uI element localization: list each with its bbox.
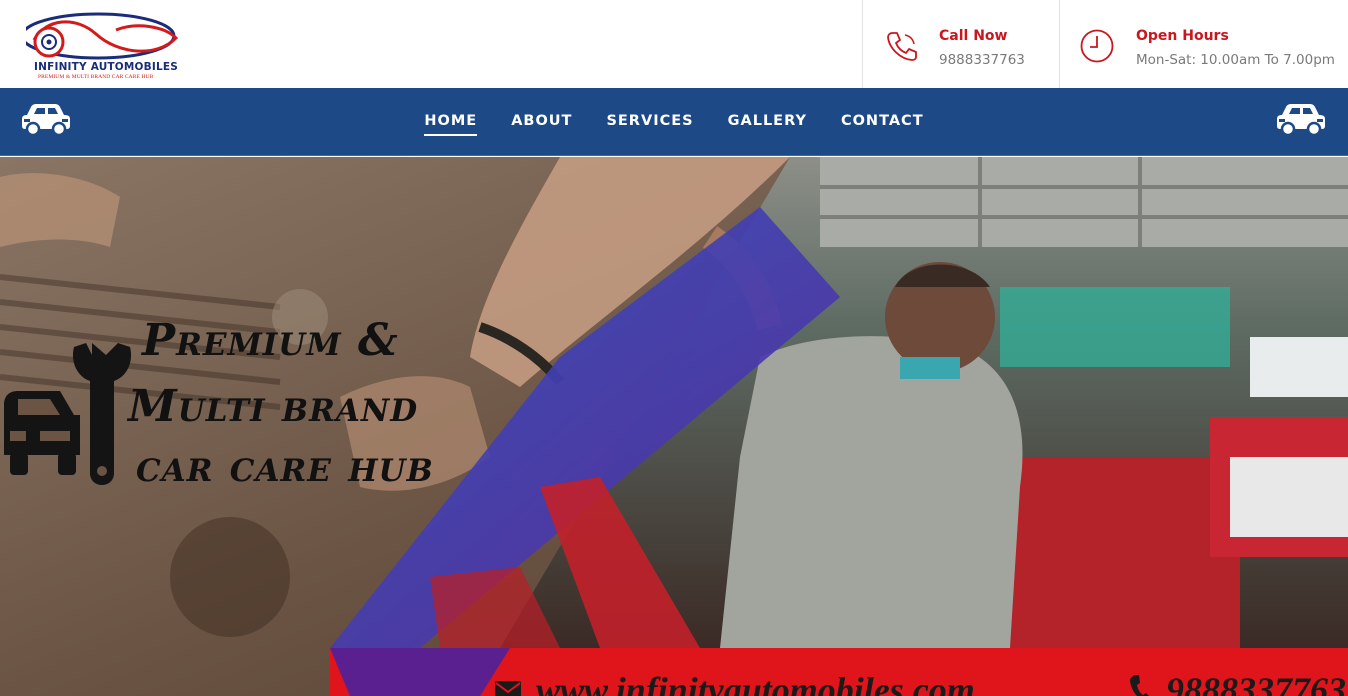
open-hours-value: Mon-Sat: 10.00am To 7.00pm xyxy=(1136,52,1335,68)
hero-heading-line3: car care hub xyxy=(136,441,434,492)
nav-gallery[interactable]: GALLERY xyxy=(711,88,824,156)
nav-about[interactable]: ABOUT xyxy=(494,88,589,156)
main-nav: HOME ABOUT SERVICES GALLERY CONTACT xyxy=(0,88,1348,156)
call-now-block[interactable]: Call Now 9888337763 xyxy=(862,0,1060,88)
clock-icon xyxy=(1080,29,1114,63)
nav-home[interactable]: HOME xyxy=(407,88,494,156)
nav-services[interactable]: SERVICES xyxy=(589,88,710,156)
car-icon xyxy=(1277,104,1325,137)
hero-website-text: www.infinityautomobiles.com xyxy=(536,670,975,696)
phone-icon xyxy=(1130,675,1149,696)
nav-menu: HOME ABOUT SERVICES GALLERY CONTACT xyxy=(0,88,1348,156)
envelope-icon xyxy=(495,681,521,696)
logo-mark-icon xyxy=(26,12,179,60)
open-hours-title: Open Hours xyxy=(1136,28,1229,44)
open-hours-block: Open Hours Mon-Sat: 10.00am To 7.00pm xyxy=(1059,0,1348,88)
hero-phone-text: 9888337763 xyxy=(1166,670,1346,696)
site-logo[interactable]: INFINITY AUTOMOBILES PREMIUM & MULTI BRA… xyxy=(26,0,186,86)
hero-heading-line1: Premium & xyxy=(142,315,399,366)
logo-tagline: PREMIUM & MULTI BRAND CAR CARE HUB xyxy=(38,74,154,80)
top-header: INFINITY AUTOMOBILES PREMIUM & MULTI BRA… xyxy=(0,0,1348,88)
call-now-number[interactable]: 9888337763 xyxy=(939,52,1025,68)
nav-contact[interactable]: CONTACT xyxy=(824,88,941,156)
logo-brand-name: INFINITY AUTOMOBILES xyxy=(34,61,179,73)
hero-banner: Premium & Multi brand car care hub www.i… xyxy=(0,157,1348,696)
hero-heading-line2: Multi brand xyxy=(128,381,419,432)
phone-icon xyxy=(887,32,917,61)
call-now-title: Call Now xyxy=(939,28,1008,44)
